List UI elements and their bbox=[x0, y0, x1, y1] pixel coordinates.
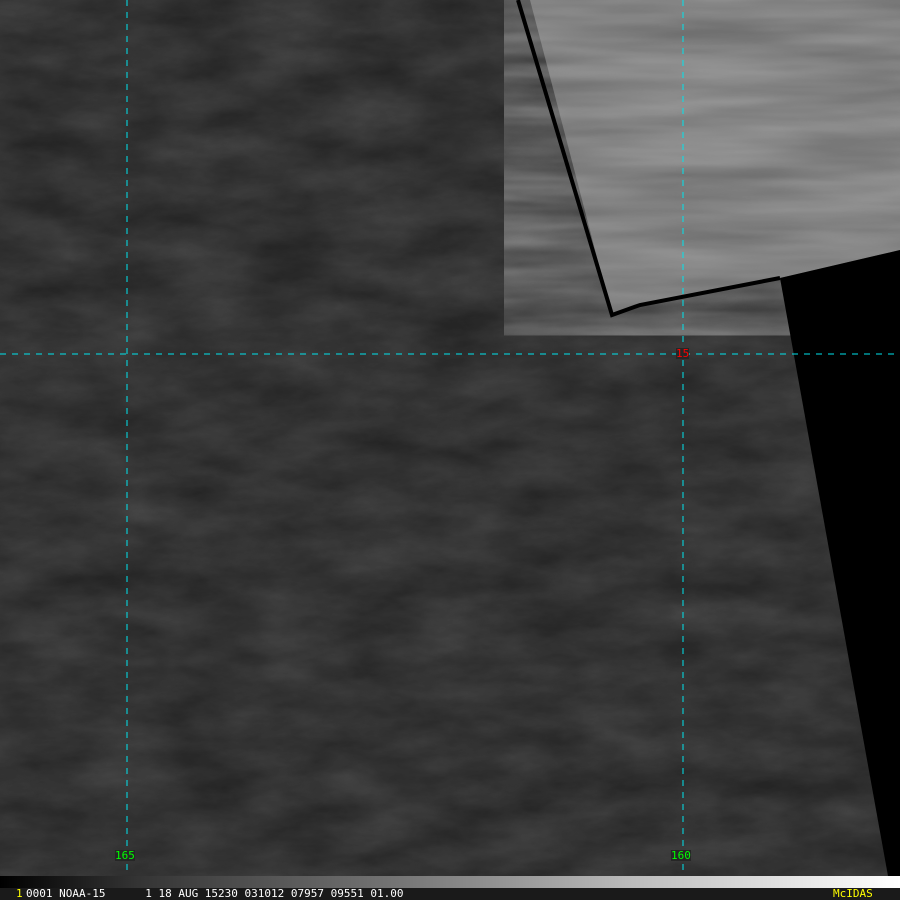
latitude-label-15: 15 bbox=[676, 347, 690, 360]
frame-number: 1 bbox=[16, 887, 23, 900]
longitude-label-165: 165 bbox=[115, 849, 135, 862]
image-info-text: 0001 NOAA-15 1 18 AUG 15230 031012 07957… bbox=[26, 887, 404, 900]
mcidas-brand: McIDAS bbox=[833, 887, 873, 900]
satellite-image bbox=[0, 0, 900, 876]
satellite-image-viewer: 165 160 15 1 0001 NOAA-15 1 18 AUG 15230… bbox=[0, 0, 900, 900]
info-bar: 1 0001 NOAA-15 1 18 AUG 15230 031012 079… bbox=[0, 888, 900, 900]
longitude-label-160: 160 bbox=[671, 849, 691, 862]
